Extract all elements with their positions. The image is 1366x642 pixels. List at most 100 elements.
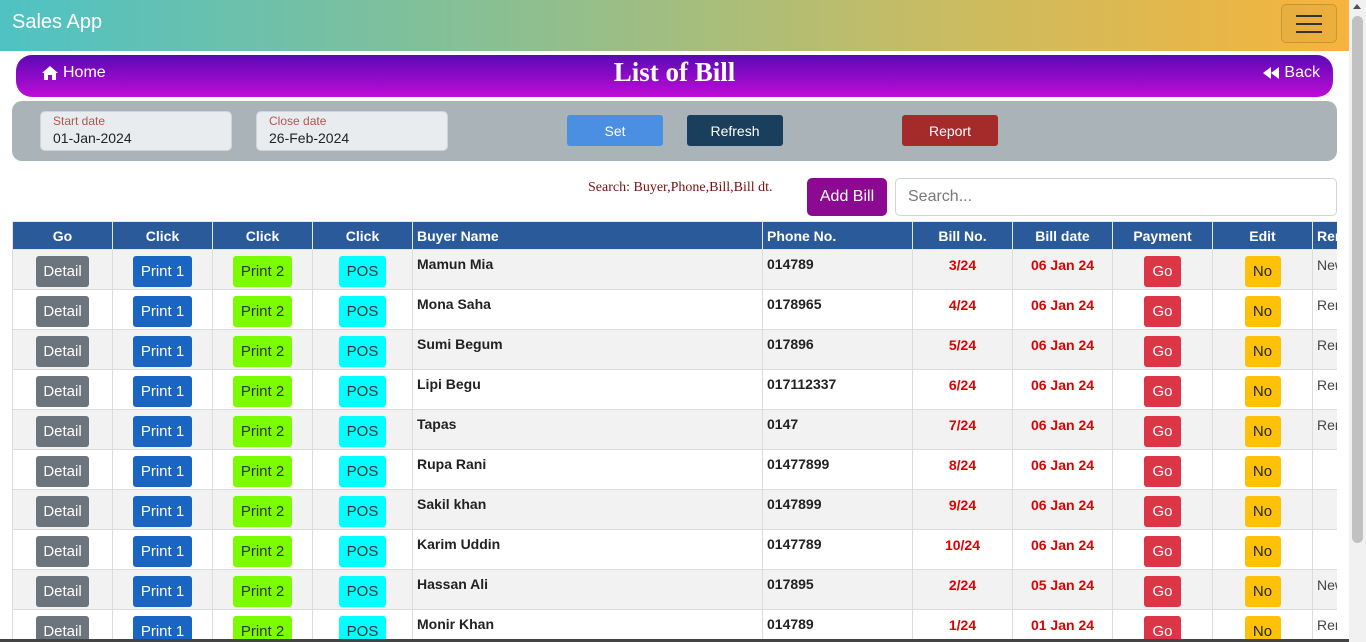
bill-no-cell: 9/24 xyxy=(912,489,1013,530)
bill-date-cell: 06 Jan 24 xyxy=(1012,249,1113,290)
refresh-button[interactable]: Refresh xyxy=(687,115,783,146)
payment-go-button[interactable]: Go xyxy=(1144,496,1181,527)
close-date-field[interactable]: Close date 26-Feb-2024 xyxy=(256,111,448,151)
edit-no-button[interactable]: No xyxy=(1244,416,1281,447)
set-button[interactable]: Set xyxy=(567,115,663,146)
bill-table-container: Go Click Click Click Buyer Name Phone No… xyxy=(12,221,1337,642)
table-row: Detail Print 1 Print 2 POS Rupa Rani 01477899… xyxy=(12,449,1337,490)
buyer-name-cell: Sakil khan xyxy=(412,489,763,530)
detail-button[interactable]: Detail xyxy=(36,416,89,447)
vertical-scrollbar[interactable] xyxy=(1349,0,1366,642)
brand-name[interactable]: Sales App xyxy=(12,11,102,34)
search-hint: Search: Buyer,Phone,Bill,Bill dt. xyxy=(588,180,773,195)
pos-button[interactable]: POS xyxy=(339,496,386,527)
phone-cell: 014789 xyxy=(762,609,913,642)
payment-go-button[interactable]: Go xyxy=(1144,536,1181,567)
payment-go-button[interactable]: Go xyxy=(1144,376,1181,407)
start-date-field[interactable]: Start date 01-Jan-2024 xyxy=(40,111,232,151)
search-input[interactable] xyxy=(895,178,1337,216)
edit-cell: No xyxy=(1212,289,1313,330)
table-row: Detail Print 1 Print 2 POS Monir Khan 014789 1… xyxy=(12,609,1337,642)
edit-no-button[interactable]: No xyxy=(1244,336,1281,367)
payment-cell: Go xyxy=(1112,249,1213,290)
print1-cell: Print 1 xyxy=(112,529,213,570)
edit-no-button[interactable]: No xyxy=(1244,536,1281,567)
print-1-button[interactable]: Print 1 xyxy=(133,576,192,607)
detail-button[interactable]: Detail xyxy=(36,576,89,607)
bill-no-cell: 3/24 xyxy=(912,249,1013,290)
go-cell: Detail xyxy=(12,409,113,450)
edit-no-button[interactable]: No xyxy=(1244,296,1281,327)
print-2-button[interactable]: Print 2 xyxy=(233,576,292,607)
edit-no-button[interactable]: No xyxy=(1244,456,1281,487)
print-1-button[interactable]: Print 1 xyxy=(133,336,192,367)
print-1-button[interactable]: Print 1 xyxy=(133,416,192,447)
payment-go-button[interactable]: Go xyxy=(1144,336,1181,367)
phone-cell: 0147 xyxy=(762,409,913,450)
table-row: Detail Print 1 Print 2 POS Lipi Begu 01711233… xyxy=(12,369,1337,410)
edit-no-button[interactable]: No xyxy=(1244,496,1281,527)
pos-button[interactable]: POS xyxy=(339,416,386,447)
back-label: Back xyxy=(1284,64,1320,81)
payment-cell: Go xyxy=(1112,409,1213,450)
edit-no-button[interactable]: No xyxy=(1244,256,1281,287)
pos-button[interactable]: POS xyxy=(339,536,386,567)
print-1-button[interactable]: Print 1 xyxy=(133,296,192,327)
payment-go-button[interactable]: Go xyxy=(1144,576,1181,607)
print1-cell: Print 1 xyxy=(112,609,213,642)
detail-button[interactable]: Detail xyxy=(36,376,89,407)
go-cell: Detail xyxy=(12,489,113,530)
print-2-button[interactable]: Print 2 xyxy=(233,376,292,407)
payment-go-button[interactable]: Go xyxy=(1144,416,1181,447)
detail-button[interactable]: Detail xyxy=(36,336,89,367)
back-link[interactable]: Back xyxy=(1262,64,1320,82)
print-1-button[interactable]: Print 1 xyxy=(133,256,192,287)
payment-cell: Go xyxy=(1112,329,1213,370)
print-1-button[interactable]: Print 1 xyxy=(133,536,192,567)
print-1-button[interactable]: Print 1 xyxy=(133,456,192,487)
payment-go-button[interactable]: Go xyxy=(1144,296,1181,327)
print-1-button[interactable]: Print 1 xyxy=(133,376,192,407)
pos-button[interactable]: POS xyxy=(339,256,386,287)
print-2-button[interactable]: Print 2 xyxy=(233,296,292,327)
detail-button[interactable]: Detail xyxy=(36,536,89,567)
bill-date-cell: 06 Jan 24 xyxy=(1012,409,1113,450)
column-header-phone: Phone No. xyxy=(762,221,913,250)
start-date-value[interactable]: 01-Jan-2024 xyxy=(53,130,219,146)
print-1-button[interactable]: Print 1 xyxy=(133,496,192,527)
go-cell: Detail xyxy=(12,369,113,410)
scroll-up-arrow-icon[interactable] xyxy=(1353,4,1361,9)
print-2-button[interactable]: Print 2 xyxy=(233,496,292,527)
scrollbar-thumb[interactable] xyxy=(1352,16,1363,543)
print-2-button[interactable]: Print 2 xyxy=(233,536,292,567)
column-header-edit: Edit xyxy=(1212,221,1313,250)
pos-button[interactable]: POS xyxy=(339,296,386,327)
add-bill-button[interactable]: Add Bill xyxy=(807,178,887,216)
detail-button[interactable]: Detail xyxy=(36,496,89,527)
payment-go-button[interactable]: Go xyxy=(1144,456,1181,487)
remarks-cell: Rem xyxy=(1312,609,1337,642)
pos-button[interactable]: POS xyxy=(339,336,386,367)
print-2-button[interactable]: Print 2 xyxy=(233,256,292,287)
close-date-value[interactable]: 26-Feb-2024 xyxy=(269,130,435,146)
payment-cell: Go xyxy=(1112,289,1213,330)
detail-button[interactable]: Detail xyxy=(36,456,89,487)
print1-cell: Print 1 xyxy=(112,569,213,610)
detail-button[interactable]: Detail xyxy=(36,256,89,287)
print-2-button[interactable]: Print 2 xyxy=(233,456,292,487)
hamburger-menu-button[interactable] xyxy=(1281,4,1337,43)
payment-go-button[interactable]: Go xyxy=(1144,256,1181,287)
buyer-name-cell: Lipi Begu xyxy=(412,369,763,410)
pos-button[interactable]: POS xyxy=(339,576,386,607)
go-cell: Detail xyxy=(12,249,113,290)
edit-no-button[interactable]: No xyxy=(1244,576,1281,607)
print-2-button[interactable]: Print 2 xyxy=(233,336,292,367)
payment-cell: Go xyxy=(1112,449,1213,490)
report-button[interactable]: Report xyxy=(902,115,998,146)
pos-button[interactable]: POS xyxy=(339,376,386,407)
buyer-name-cell: Mona Saha xyxy=(412,289,763,330)
print-2-button[interactable]: Print 2 xyxy=(233,416,292,447)
edit-no-button[interactable]: No xyxy=(1244,376,1281,407)
detail-button[interactable]: Detail xyxy=(36,296,89,327)
pos-button[interactable]: POS xyxy=(339,456,386,487)
